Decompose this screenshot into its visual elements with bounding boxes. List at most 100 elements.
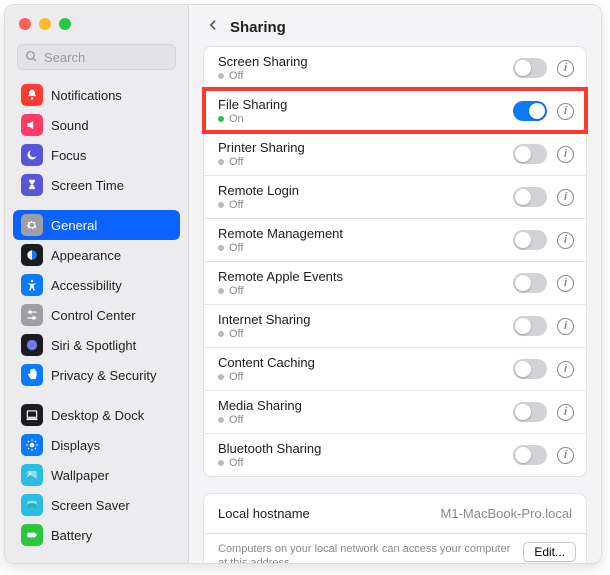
- sidebar-item-label: Screen Saver: [51, 498, 130, 513]
- toggle-switch[interactable]: [513, 402, 547, 422]
- sidebar-item-wallpaper[interactable]: Wallpaper: [13, 460, 180, 490]
- service-row-screen-sharing: Screen SharingOff i: [204, 47, 586, 89]
- info-button[interactable]: i: [557, 103, 574, 120]
- service-status-text: Off: [229, 414, 243, 426]
- toggle-switch[interactable]: [513, 230, 547, 250]
- service-status: Off: [218, 371, 513, 383]
- status-dot-icon: [218, 159, 224, 165]
- service-status-text: Off: [229, 285, 243, 297]
- sidebar-item-label: Sound: [51, 118, 89, 133]
- sidebar-item-label: Battery: [51, 528, 92, 543]
- sidebar-item-label: Privacy & Security: [51, 368, 156, 383]
- close-button[interactable]: [19, 18, 31, 30]
- service-row-bluetooth-sharing: Bluetooth SharingOffi: [204, 433, 586, 476]
- info-button[interactable]: i: [557, 60, 574, 77]
- sun-icon: [21, 434, 43, 456]
- hourglass-icon: [21, 174, 43, 196]
- search-input[interactable]: [17, 44, 176, 70]
- toggle-switch[interactable]: [513, 273, 547, 293]
- sidebar-item-lock-screen[interactable]: Lock Screen: [13, 560, 180, 563]
- status-dot-icon: [218, 245, 224, 251]
- service-status: Off: [218, 457, 513, 469]
- panel-content: Screen SharingOffiFile SharingOniPrinter…: [189, 46, 601, 563]
- service-status: Off: [218, 414, 513, 426]
- service-status: On: [218, 113, 513, 125]
- toggle-switch[interactable]: [513, 58, 547, 78]
- hostname-description: Computers on your local network can acce…: [218, 542, 523, 563]
- status-dot-icon: [218, 331, 224, 337]
- siri-icon: [21, 334, 43, 356]
- service-row-internet-sharing: Internet SharingOff i: [204, 304, 586, 347]
- sidebar-item-label: General: [51, 218, 97, 233]
- sidebar-item-privacy-security[interactable]: Privacy & Security: [13, 360, 180, 390]
- service-row-remote-apple-events: Remote Apple EventsOffi: [204, 261, 586, 304]
- sidebar-item-label: Control Center: [51, 308, 136, 323]
- appearance-icon: [21, 244, 43, 266]
- service-status-text: On: [229, 113, 244, 125]
- sidebar-item-desktop-dock[interactable]: Desktop & Dock: [13, 400, 180, 430]
- info-button[interactable]: i: [557, 146, 574, 163]
- main-panel: Sharing Screen SharingOffiFile SharingOn…: [189, 5, 601, 563]
- sidebar-item-sound[interactable]: Sound: [13, 110, 180, 140]
- sidebar-item-screen-saver[interactable]: Screen Saver: [13, 490, 180, 520]
- service-row-media-sharing: Media SharingOff i: [204, 390, 586, 433]
- panel-title: Sharing: [230, 19, 286, 36]
- toggle-switch[interactable]: [513, 101, 547, 121]
- sidebar-item-label: Wallpaper: [51, 468, 109, 483]
- sidebar-item-label: Screen Time: [51, 178, 124, 193]
- service-title: Screen Sharing: [218, 54, 513, 69]
- service-status-text: Off: [229, 328, 243, 340]
- service-title: Content Caching: [218, 355, 513, 370]
- status-dot-icon: [218, 202, 224, 208]
- wallpaper-icon: [21, 464, 43, 486]
- service-row-file-sharing: File SharingOni: [204, 89, 586, 132]
- sidebar-item-label: Accessibility: [51, 278, 122, 293]
- service-status-text: Off: [229, 457, 243, 469]
- accessibility-icon: [21, 274, 43, 296]
- service-row-remote-login: Remote LoginOffi: [204, 175, 586, 218]
- info-button[interactable]: i: [557, 275, 574, 292]
- info-button[interactable]: i: [557, 318, 574, 335]
- sliders-icon: [21, 304, 43, 326]
- sharing-services-list: Screen SharingOffiFile SharingOniPrinter…: [203, 46, 587, 477]
- sidebar-item-appearance[interactable]: Appearance: [13, 240, 180, 270]
- sidebar-item-accessibility[interactable]: Accessibility: [13, 270, 180, 300]
- sidebar-item-label: Notifications: [51, 88, 122, 103]
- service-status: Off: [218, 199, 513, 211]
- sidebar-item-focus[interactable]: Focus: [13, 140, 180, 170]
- toggle-switch[interactable]: [513, 316, 547, 336]
- minimize-button[interactable]: [39, 18, 51, 30]
- service-title: Internet Sharing: [218, 312, 513, 327]
- info-button[interactable]: i: [557, 404, 574, 421]
- sidebar-item-general[interactable]: General: [13, 210, 180, 240]
- service-title: Remote Management: [218, 226, 513, 241]
- sidebar-list: Notifications Sound Focus Screen Time Genera…: [5, 80, 188, 563]
- hand-icon: [21, 364, 43, 386]
- toggle-switch[interactable]: [513, 187, 547, 207]
- sidebar-item-control-center[interactable]: Control Center: [13, 300, 180, 330]
- sidebar-item-screen-time[interactable]: Screen Time: [13, 170, 180, 200]
- info-button[interactable]: i: [557, 189, 574, 206]
- sidebar-item-notifications[interactable]: Notifications: [13, 80, 180, 110]
- service-status-text: Off: [229, 242, 243, 254]
- service-title: Media Sharing: [218, 398, 513, 413]
- service-status: Off: [218, 285, 513, 297]
- info-button[interactable]: i: [557, 232, 574, 249]
- service-status-text: Off: [229, 371, 243, 383]
- back-button[interactable]: [207, 17, 220, 38]
- toggle-switch[interactable]: [513, 445, 547, 465]
- toggle-switch[interactable]: [513, 144, 547, 164]
- service-status: Off: [218, 70, 513, 82]
- edit-button[interactable]: Edit...: [523, 542, 576, 562]
- toggle-switch[interactable]: [513, 359, 547, 379]
- sidebar-item-displays[interactable]: Displays: [13, 430, 180, 460]
- hostname-footer: Computers on your local network can acce…: [203, 534, 587, 563]
- status-dot-icon: [218, 288, 224, 294]
- info-button[interactable]: i: [557, 361, 574, 378]
- hostname-row: Local hostname M1-MacBook-Pro.local: [203, 493, 587, 534]
- info-button[interactable]: i: [557, 447, 574, 464]
- maximize-button[interactable]: [59, 18, 71, 30]
- sidebar-item-battery[interactable]: Battery: [13, 520, 180, 550]
- sidebar-item-siri-spotlight[interactable]: Siri & Spotlight: [13, 330, 180, 360]
- service-status: Off: [218, 156, 513, 168]
